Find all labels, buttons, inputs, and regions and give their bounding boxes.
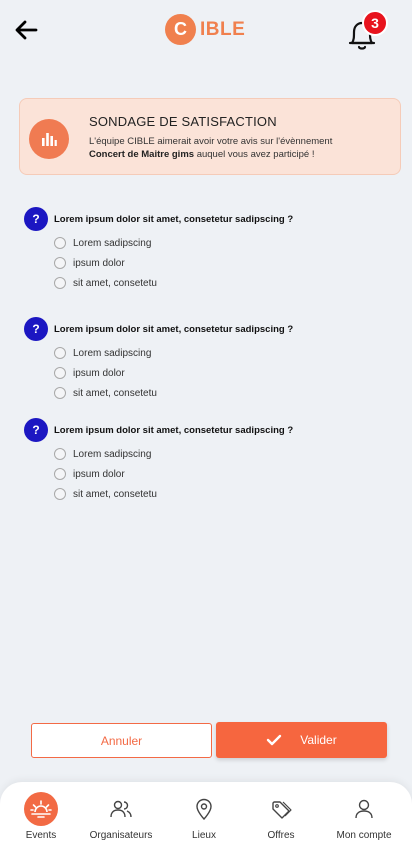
nav-label: Organisateurs xyxy=(89,830,153,841)
users-icon xyxy=(104,792,138,826)
option-label: ipsum dolor xyxy=(73,367,125,379)
logo-letter: C xyxy=(165,14,196,45)
back-button[interactable] xyxy=(12,16,40,44)
answer-option[interactable]: Lorem sadipscing xyxy=(54,444,394,464)
arrow-left-icon xyxy=(15,20,38,40)
option-label: Lorem sadipscing xyxy=(73,347,152,359)
question-mark-icon: ? xyxy=(24,317,48,341)
question-block: ? Lorem ipsum dolor sit amet, consetetur… xyxy=(24,207,394,293)
radio-button[interactable] xyxy=(54,347,66,359)
question-text: Lorem ipsum dolor sit amet, consetetur s… xyxy=(54,213,294,225)
radio-button[interactable] xyxy=(54,237,66,249)
nav-label: Lieux xyxy=(192,830,216,841)
nav-item-organisateurs[interactable]: Organisateurs xyxy=(84,782,158,847)
answer-option[interactable]: sit amet, consetetu xyxy=(54,383,394,403)
nav-label: Offres xyxy=(267,830,295,841)
survey-title: SONDAGE DE SATISFACTION xyxy=(89,114,277,129)
notification-badge: 3 xyxy=(362,10,388,36)
validate-label: Valider xyxy=(300,733,337,747)
survey-text-suffix: auquel vous avez participé ! xyxy=(196,149,315,160)
survey-description: L'équipe CIBLE aimerait avoir votre avis… xyxy=(89,135,394,161)
radio-button[interactable] xyxy=(54,387,66,399)
answer-option[interactable]: Lorem sadipscing xyxy=(54,343,394,363)
nav-label: Mon compte xyxy=(336,830,392,841)
option-label: Lorem sadipscing xyxy=(73,237,152,249)
survey-text-prefix: L'équipe CIBLE aimerait avoir votre avis… xyxy=(89,136,333,147)
app-header: C IBLE 3 xyxy=(0,0,412,60)
question-mark-icon: ? xyxy=(24,207,48,231)
bar-chart-icon xyxy=(42,133,57,146)
answer-option[interactable]: sit amet, consetetu xyxy=(54,273,394,293)
validate-button[interactable]: Valider xyxy=(216,722,387,758)
question-block: ? Lorem ipsum dolor sit amet, consetetur… xyxy=(24,418,394,504)
radio-button[interactable] xyxy=(54,367,66,379)
answer-option[interactable]: Lorem sadipscing xyxy=(54,233,394,253)
option-label: sit amet, consetetu xyxy=(73,488,157,500)
survey-banner: SONDAGE DE SATISFACTION L'équipe CIBLE a… xyxy=(19,98,401,175)
bottom-navigation: Events Organisateurs Lieux Offres Mon co… xyxy=(0,782,412,847)
nav-item-events[interactable]: Events xyxy=(20,782,62,847)
question-text: Lorem ipsum dolor sit amet, consetetur s… xyxy=(54,323,294,335)
question-options: Lorem sadipscing ipsum dolor sit amet, c… xyxy=(54,444,394,504)
radio-button[interactable] xyxy=(54,277,66,289)
map-pin-icon xyxy=(187,792,221,826)
app-logo: C IBLE xyxy=(165,14,245,45)
nav-label: Events xyxy=(25,830,57,841)
sunrise-icon xyxy=(24,792,58,826)
question-header: ? Lorem ipsum dolor sit amet, consetetur… xyxy=(24,317,394,341)
tags-icon xyxy=(264,792,298,826)
survey-event-name: Concert de Maitre gims xyxy=(89,149,195,160)
answer-option[interactable]: ipsum dolor xyxy=(54,363,394,383)
nav-item-mon-compte[interactable]: Mon compte xyxy=(331,782,397,847)
question-header: ? Lorem ipsum dolor sit amet, consetetur… xyxy=(24,418,394,442)
radio-button[interactable] xyxy=(54,468,66,480)
check-icon xyxy=(266,734,282,746)
question-options: Lorem sadipscing ipsum dolor sit amet, c… xyxy=(54,343,394,403)
option-label: Lorem sadipscing xyxy=(73,448,152,460)
answer-option[interactable]: ipsum dolor xyxy=(54,464,394,484)
nav-item-lieux[interactable]: Lieux xyxy=(184,782,224,847)
nav-item-offres[interactable]: Offres xyxy=(262,782,300,847)
question-options: Lorem sadipscing ipsum dolor sit amet, c… xyxy=(54,233,394,293)
radio-button[interactable] xyxy=(54,448,66,460)
question-text: Lorem ipsum dolor sit amet, consetetur s… xyxy=(54,424,294,436)
logo-text: IBLE xyxy=(200,18,246,40)
cancel-button[interactable]: Annuler xyxy=(31,723,212,758)
radio-button[interactable] xyxy=(54,257,66,269)
user-icon xyxy=(347,792,381,826)
question-header: ? Lorem ipsum dolor sit amet, consetetur… xyxy=(24,207,394,231)
radio-button[interactable] xyxy=(54,488,66,500)
question-mark-icon: ? xyxy=(24,418,48,442)
survey-icon-container xyxy=(29,119,69,159)
answer-option[interactable]: sit amet, consetetu xyxy=(54,484,394,504)
option-label: sit amet, consetetu xyxy=(73,387,157,399)
option-label: ipsum dolor xyxy=(73,468,125,480)
option-label: ipsum dolor xyxy=(73,257,125,269)
option-label: sit amet, consetetu xyxy=(73,277,157,289)
question-block: ? Lorem ipsum dolor sit amet, consetetur… xyxy=(24,317,394,403)
answer-option[interactable]: ipsum dolor xyxy=(54,253,394,273)
